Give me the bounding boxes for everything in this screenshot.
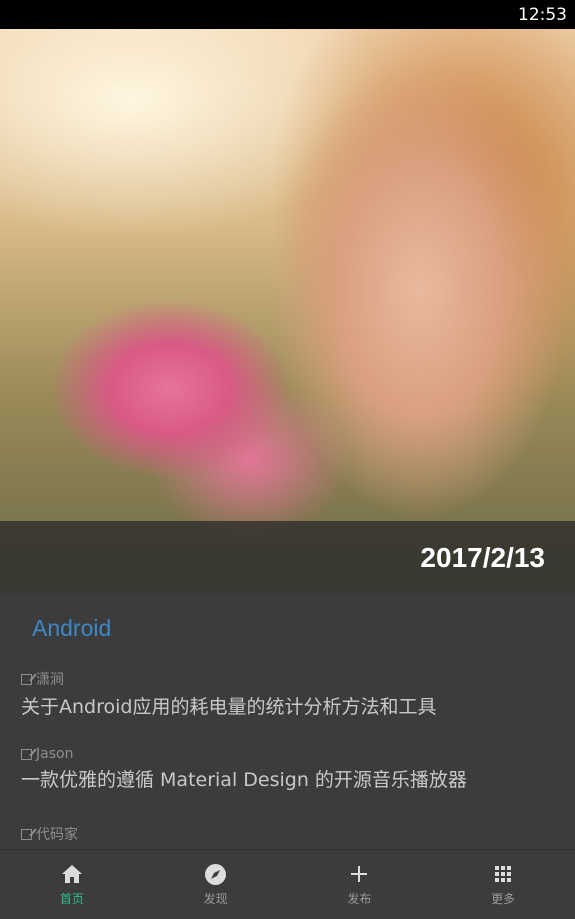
banner-date: 2017/2/13: [420, 542, 545, 573]
clock: 12:53: [518, 5, 567, 25]
list-item[interactable]: 潇涧 关于Android应用的耗电量的统计分析方法和工具: [21, 669, 436, 719]
author: 代码家: [36, 827, 78, 843]
tab-label: 首页: [59, 892, 84, 906]
article-title: 关于Android应用的耗电量的统计分析方法和工具: [21, 696, 437, 718]
bottom-nav: 首页 发现 发布 更多: [0, 849, 575, 919]
compass-icon: [205, 863, 227, 885]
tab-more[interactable]: 更多: [431, 850, 575, 919]
list-item[interactable]: Jason 一款优雅的遵循 Material Design 的开源音乐播放器: [21, 746, 467, 792]
home-icon: [61, 863, 82, 885]
grid-icon: [495, 863, 512, 885]
tab-label: 发现: [203, 892, 228, 906]
edit-icon: [21, 828, 32, 840]
edit-icon: [21, 673, 32, 685]
category-heading: Android: [32, 615, 112, 641]
author: 潇涧: [36, 672, 64, 688]
edit-icon: [21, 748, 32, 760]
list-item[interactable]: 代码家: [21, 824, 78, 844]
tab-label: 更多: [491, 892, 516, 906]
hero-banner[interactable]: 2017/2/13: [0, 29, 575, 593]
tab-home[interactable]: 首页: [0, 850, 144, 919]
author: Jason: [36, 746, 74, 762]
tab-discover[interactable]: 发现: [144, 850, 288, 919]
status-bar: 12:53: [0, 0, 575, 29]
article-title: 一款优雅的遵循 Material Design 的开源音乐播放器: [21, 769, 467, 791]
article-list[interactable]: Android 潇涧 关于Android应用的耗电量的统计分析方法和工具 Jas…: [0, 593, 575, 849]
tab-label: 发布: [347, 892, 372, 906]
plus-icon: [351, 863, 368, 885]
tab-publish[interactable]: 发布: [288, 850, 432, 919]
